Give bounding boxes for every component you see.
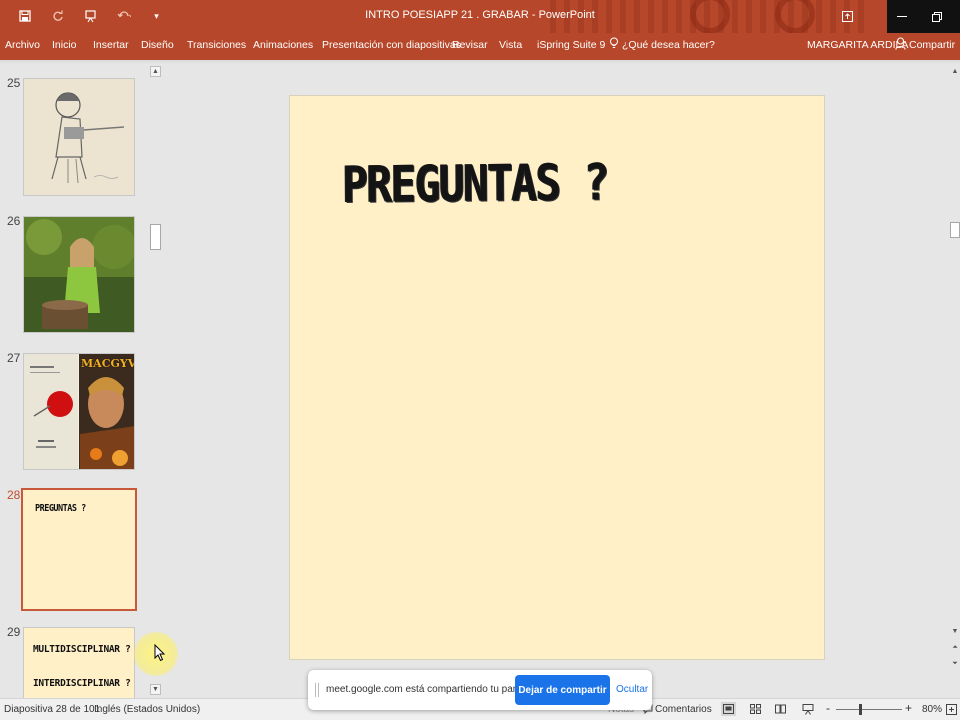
slide-counter: Diapositiva 28 de 101: [4, 704, 101, 715]
editor-scrollbar[interactable]: ▲ ▼ ⏶ ⏷: [950, 64, 960, 674]
share-button[interactable]: Compartir: [909, 39, 955, 51]
tab-presentacion[interactable]: Presentación con diapositivas: [322, 39, 461, 51]
ribbon-tabs: Archivo Inicio Insertar Diseño Transicio…: [0, 33, 960, 60]
tab-revisar[interactable]: Revisar: [452, 39, 488, 51]
ribbon-display-icon[interactable]: [830, 0, 864, 33]
tab-transiciones[interactable]: Transiciones: [187, 39, 246, 51]
current-slide[interactable]: PREGUNTAS ?: [289, 95, 825, 660]
person-icon[interactable]: [895, 37, 906, 53]
previous-slide-icon[interactable]: ⏶: [950, 642, 960, 653]
thumbnail-title: PREGUNTAS ?: [35, 503, 86, 514]
screen-share-banner: meet.google.com está compartiendo tu pan…: [308, 670, 652, 710]
language-indicator[interactable]: Inglés (Estados Unidos): [94, 704, 200, 715]
slide-title[interactable]: PREGUNTAS ?: [342, 153, 608, 214]
book-and-poster-image: [24, 354, 134, 469]
poster-title: MACGYVER: [81, 357, 135, 370]
tell-me-search[interactable]: ¿Qué desea hacer?: [622, 39, 715, 51]
scroll-down-icon[interactable]: ▼: [150, 684, 161, 695]
next-slide-icon[interactable]: ⏷: [950, 658, 960, 669]
thumbnail-line: MULTIDISCIPLINAR ?: [33, 644, 131, 655]
zoom-level[interactable]: 80%: [922, 704, 942, 715]
thumbnail-slide-26[interactable]: [23, 216, 135, 333]
thumbnail-line: INTERDISCIPLINAR ?: [33, 678, 131, 689]
user-name[interactable]: MARGARITA ARDILA: [807, 39, 908, 51]
tab-animaciones[interactable]: Animaciones: [253, 39, 313, 51]
slide-editor: PREGUNTAS ?: [164, 64, 950, 698]
thumbnail-number: 26: [7, 214, 21, 228]
zoom-slider-handle[interactable]: [859, 704, 862, 715]
hide-button[interactable]: Ocultar: [616, 684, 648, 695]
comments-button[interactable]: Comentarios: [655, 704, 712, 715]
lightbulb-icon: [609, 37, 619, 53]
tab-ispring[interactable]: iSpring Suite 9: [537, 39, 605, 51]
tab-insertar[interactable]: Insertar: [93, 39, 129, 51]
thumbnail-slide-25[interactable]: [23, 78, 135, 196]
thumbnail-number: 27: [7, 351, 21, 365]
thumbnail-number: 25: [7, 76, 21, 90]
scroll-thumb[interactable]: [150, 224, 161, 250]
thumbnail-number-active: 28: [7, 488, 21, 502]
thumbnail-number: 29: [7, 625, 21, 639]
stop-sharing-button[interactable]: Dejar de compartir: [515, 675, 610, 705]
title-bar: ▾ INTRO POESIAPP 21 . GRABAR - PowerPoin…: [0, 0, 960, 33]
zoom-in-icon[interactable]: +: [905, 701, 912, 715]
minimize-icon[interactable]: [885, 0, 919, 33]
tab-inicio[interactable]: Inicio: [52, 39, 77, 51]
fit-to-window-icon[interactable]: [944, 702, 959, 716]
restore-icon[interactable]: [920, 0, 954, 33]
slide-sorter-icon[interactable]: [748, 702, 763, 716]
zoom-slider[interactable]: [836, 709, 902, 710]
slideshow-icon[interactable]: [800, 702, 815, 716]
drawing-illustration: [24, 79, 134, 195]
drag-handle-icon[interactable]: [315, 683, 319, 697]
reading-view-icon[interactable]: [773, 702, 788, 716]
mouse-pointer-icon: [154, 644, 166, 662]
normal-view-icon[interactable]: [721, 702, 736, 716]
tab-diseno[interactable]: Diseño: [141, 39, 174, 51]
scroll-up-icon[interactable]: ▲: [950, 66, 960, 77]
scroll-up-icon[interactable]: ▲: [150, 66, 161, 77]
tab-archivo[interactable]: Archivo: [5, 39, 40, 51]
share-message: meet.google.com está compartiendo tu pan…: [326, 684, 540, 695]
zoom-out-icon[interactable]: -: [826, 701, 830, 715]
scroll-down-icon[interactable]: ▼: [950, 626, 960, 637]
tab-vista[interactable]: Vista: [499, 39, 522, 51]
thumbnail-slide-29[interactable]: MULTIDISCIPLINAR ? INTERDISCIPLINAR ?: [23, 627, 135, 698]
thumbnail-slide-28[interactable]: PREGUNTAS ?: [21, 488, 137, 611]
child-photo: [24, 217, 134, 332]
scroll-thumb[interactable]: [950, 222, 960, 238]
window-title: INTRO POESIAPP 21 . GRABAR - PowerPoint: [365, 9, 595, 21]
thumbnail-scrollbar[interactable]: ▲ ▼: [149, 66, 162, 698]
slide-thumbnails-pane: 25 26 27 MACGYV 28 PREGUNTAS ? 29 MULTID…: [0, 64, 164, 698]
thumbnail-slide-27[interactable]: MACGYVER: [23, 353, 135, 470]
